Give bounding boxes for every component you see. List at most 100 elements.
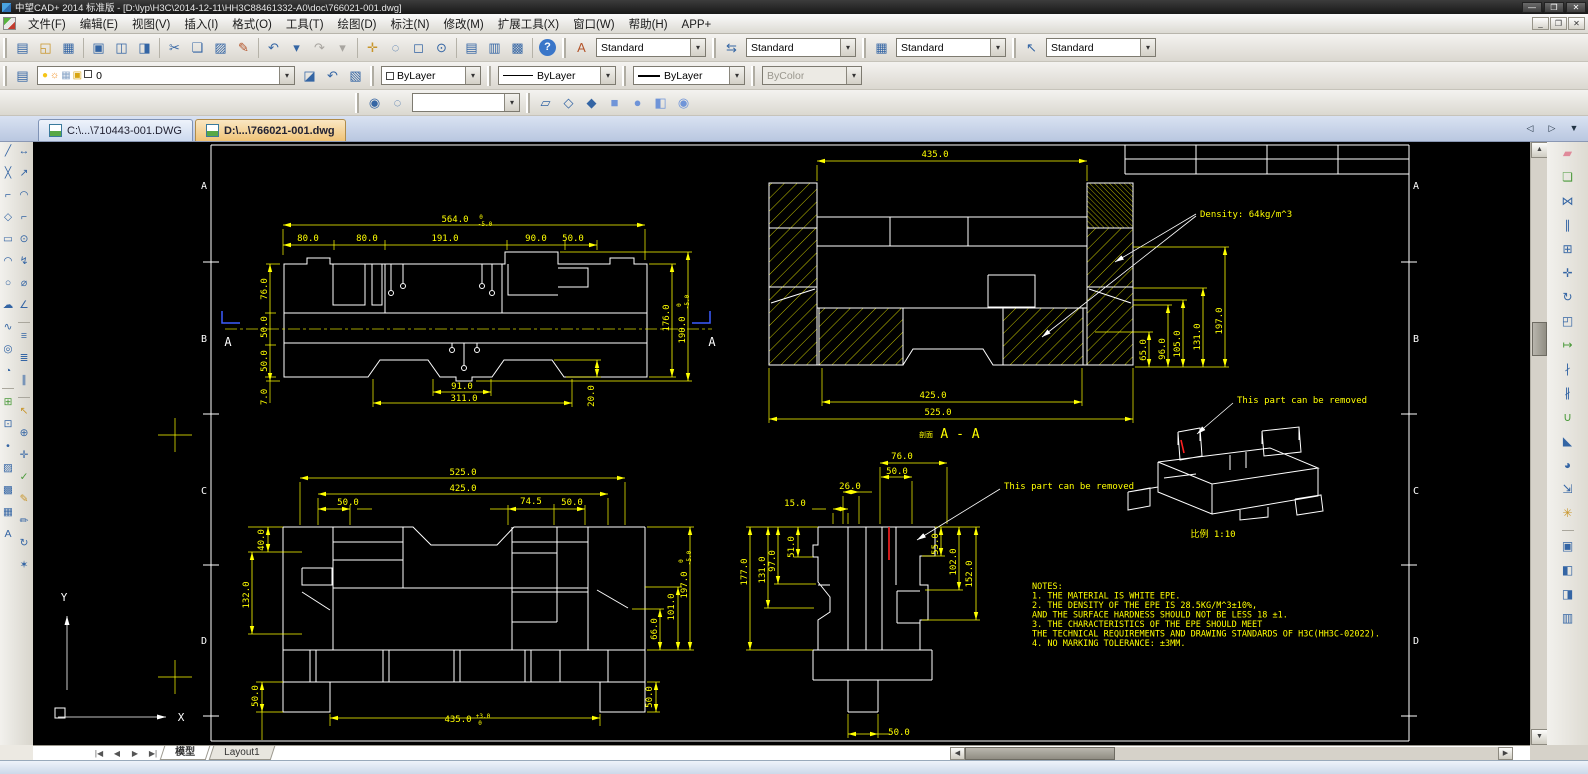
draworder-back-icon[interactable]: ◧	[1558, 561, 1578, 580]
polygon-icon[interactable]: ◇	[1, 210, 16, 225]
doc-minimize-button[interactable]: _	[1532, 17, 1549, 30]
redo-dropdown-icon[interactable]: ▾	[332, 37, 353, 58]
scroll-left-icon[interactable]: ◀	[950, 747, 965, 760]
named-views-icon[interactable]: ◌	[387, 92, 408, 113]
menu-item-9[interactable]: 修改(M)	[436, 17, 490, 33]
toolbar-grip[interactable]	[862, 38, 866, 58]
close-button[interactable]: ✕	[1566, 2, 1586, 13]
layer-select[interactable]: ●☼▦▣ 0	[37, 66, 295, 85]
document-tab-1[interactable]: C:\...\710443-001.DWG	[38, 119, 193, 141]
toolbar-grip[interactable]	[712, 38, 716, 58]
menu-item-2[interactable]: 编辑(E)	[73, 17, 125, 33]
scroll-right-icon[interactable]: ▶	[1498, 747, 1513, 760]
view-select[interactable]	[412, 93, 520, 112]
open-icon[interactable]: ◱	[35, 37, 56, 58]
copy-icon[interactable]: ❏	[1558, 168, 1578, 187]
table-style-icon[interactable]: ▦	[871, 37, 892, 58]
toolbar-grip[interactable]	[487, 66, 491, 86]
break-icon[interactable]: ∦	[1558, 384, 1578, 403]
redo-icon[interactable]: ↷	[309, 37, 330, 58]
mleader-style-icon[interactable]: ↖	[1021, 37, 1042, 58]
menu-item-3[interactable]: 视图(V)	[125, 17, 177, 33]
menu-item-10[interactable]: 扩展工具(X)	[491, 17, 566, 33]
scroll-up-icon[interactable]: ▲	[1531, 142, 1548, 158]
dim-style-select[interactable]: Standard	[746, 38, 856, 57]
layer-thaw-sun-icon[interactable]: ☼	[50, 70, 59, 81]
print-icon[interactable]: ▣	[88, 37, 109, 58]
dim-jogged-icon[interactable]: ↯	[17, 254, 32, 269]
minimize-button[interactable]: —	[1522, 2, 1542, 13]
menu-item-4[interactable]: 插入(I)	[177, 17, 225, 33]
point-icon[interactable]: •	[1, 439, 16, 454]
drawing-canvas[interactable]: ABCDABCD564.00-5.080.080.0191.090.050.07…	[33, 142, 1530, 745]
horizontal-scrollbar[interactable]: ◀ ▶	[950, 747, 1513, 760]
match-properties-icon[interactable]: ✎	[233, 37, 254, 58]
dim-linear-icon[interactable]: ↔	[17, 144, 32, 159]
text-style-icon[interactable]: A	[571, 37, 592, 58]
design-center-icon[interactable]: ▥	[484, 37, 505, 58]
polyline-icon[interactable]: ⌐	[1, 188, 16, 203]
toolbar-grip[interactable]	[355, 93, 359, 113]
rectangle-icon[interactable]: ▭	[1, 232, 16, 247]
draworder-above-icon[interactable]: ◨	[1558, 585, 1578, 604]
menu-item-7[interactable]: 绘图(D)	[331, 17, 384, 33]
offset-icon[interactable]: ∥	[1558, 216, 1578, 235]
dim-continue-icon[interactable]: ∥	[17, 373, 32, 388]
dim-update-icon[interactable]: ↻	[17, 536, 32, 551]
visual-gouraud-shaded-icon[interactable]: ●	[627, 92, 648, 113]
layer-color-swatch[interactable]	[84, 70, 92, 78]
region-icon[interactable]: ▦	[1, 505, 16, 520]
fillet-icon[interactable]: ◕	[1558, 456, 1578, 475]
properties-palette-icon[interactable]: ▤	[461, 37, 482, 58]
quick-leader-icon[interactable]: ↖	[17, 404, 32, 419]
maximize-button[interactable]: ❐	[1544, 2, 1564, 13]
dim-radius-icon[interactable]: ⊙	[17, 232, 32, 247]
circle-icon[interactable]: ○	[1, 276, 16, 291]
join-icon[interactable]: ∪	[1558, 408, 1578, 427]
revision-cloud-icon[interactable]: ☁	[1, 298, 16, 313]
dim-style-icon[interactable]: ⇆	[721, 37, 742, 58]
vertical-scrollbar[interactable]: ▲ ▼	[1530, 142, 1547, 745]
menu-item-1[interactable]: 文件(F)	[21, 17, 73, 33]
table-style-select[interactable]: Standard	[896, 38, 1006, 57]
erase-icon[interactable]: ▰	[1558, 144, 1578, 163]
dim-aligned-icon[interactable]: ↗	[17, 166, 32, 181]
undo-icon[interactable]: ↶	[263, 37, 284, 58]
toolbar-grip[interactable]	[3, 38, 7, 58]
visual-hidden-icon[interactable]: ◆	[581, 92, 602, 113]
sheet-tab-模型[interactable]: 模型	[160, 746, 211, 760]
vertical-scroll-thumb[interactable]	[1532, 322, 1547, 356]
line-icon[interactable]: ╱	[1, 144, 16, 159]
rotate-icon[interactable]: ↻	[1558, 288, 1578, 307]
layer-on-bulb-icon[interactable]: ●	[42, 70, 48, 81]
visual-gouraud-edges-icon[interactable]: ◉	[673, 92, 694, 113]
pan-icon[interactable]: ✛	[362, 37, 383, 58]
center-mark-icon[interactable]: ✛	[17, 448, 32, 463]
toolbar-grip[interactable]	[751, 66, 755, 86]
scale-icon[interactable]: ◰	[1558, 312, 1578, 331]
layer-states-icon[interactable]: ▧	[345, 65, 366, 86]
toolbar-grip[interactable]	[622, 66, 626, 86]
document-tab-2[interactable]: D:\...\766021-001.dwg	[195, 119, 346, 141]
tab-scroll-left-icon[interactable]: ◁	[1523, 118, 1537, 139]
toolbar-grip[interactable]	[562, 38, 566, 58]
construction-line-icon[interactable]: ╳	[1, 166, 16, 181]
break-at-point-icon[interactable]: ∤	[1558, 360, 1578, 379]
dim-style-manager-icon[interactable]: ✶	[17, 558, 32, 573]
insert-block-icon[interactable]: ⊞	[1, 395, 16, 410]
dim-inspect-icon[interactable]: ✓	[17, 470, 32, 485]
linetype-select[interactable]: ByLayer	[498, 66, 616, 85]
render-icon[interactable]: ◉	[364, 92, 385, 113]
layer-properties-manager-icon[interactable]: ▤	[12, 65, 33, 86]
undo-dropdown-icon[interactable]: ▾	[286, 37, 307, 58]
menu-item-5[interactable]: 格式(O)	[225, 17, 279, 33]
toolbar-grip[interactable]	[1012, 38, 1016, 58]
draworder-under-icon[interactable]: ▥	[1558, 609, 1578, 628]
tab-list-icon[interactable]: ▼	[1567, 118, 1581, 139]
explode-icon[interactable]: ✳	[1558, 504, 1578, 523]
arc-icon[interactable]: ◠	[1, 254, 16, 269]
dim-arc-length-icon[interactable]: ◠	[17, 188, 32, 203]
zoom-realtime-icon[interactable]: ◌	[385, 37, 406, 58]
stretch-icon[interactable]: ↦	[1558, 336, 1578, 355]
zoom-window-icon[interactable]: ◻	[408, 37, 429, 58]
